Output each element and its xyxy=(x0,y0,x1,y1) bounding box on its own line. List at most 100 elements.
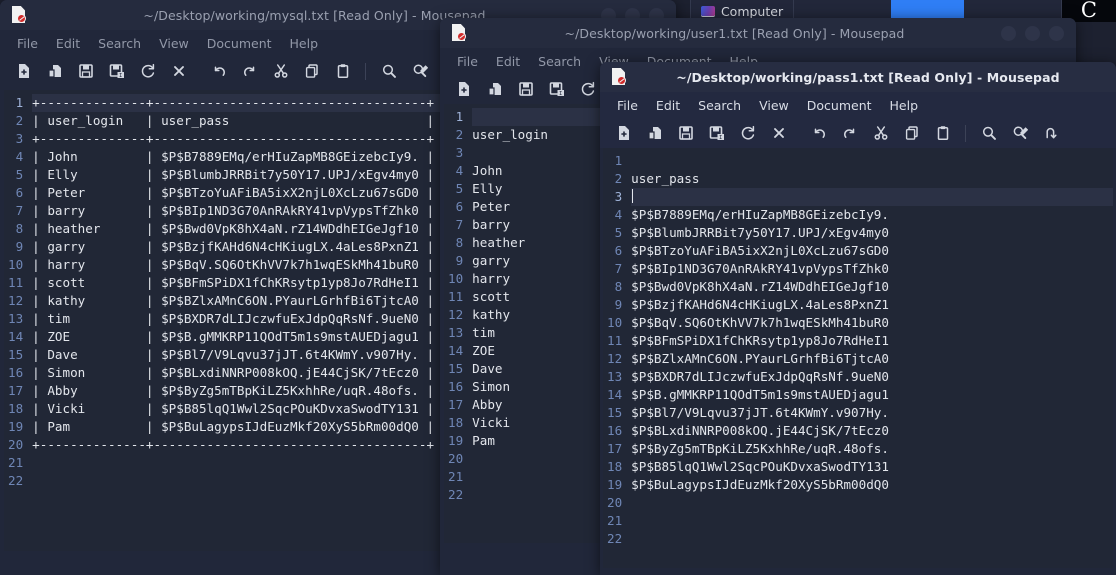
menu-item-file[interactable]: File xyxy=(448,52,487,71)
editor-user1[interactable]: 1 2 3 4 5 6 7 8 9 10 11 12 13 14 15 16 17 18 19 20 21 22 user… xyxy=(444,104,604,543)
toolbar-pass1[interactable]: I xyxy=(600,118,1116,148)
code-line[interactable]: | scott | $P$BFmSPiDX1fChKRsytp1yp8Jo7Rd… xyxy=(32,274,444,292)
code-area-mysql[interactable]: +--------------+------------------------… xyxy=(30,90,444,551)
code-line[interactable]: $P$Bl7/V9Lqvu37jJT.6t4KWmY.v907Hy. xyxy=(631,404,1113,422)
code-line[interactable]: $P$BLxdiNNRP008kOQ.jE44CjSK/7tEcz0 xyxy=(631,422,1113,440)
save-as-icon[interactable]: I xyxy=(701,120,732,146)
code-line[interactable] xyxy=(631,152,1113,170)
code-line[interactable]: | Dave | $P$Bl7/V9Lqvu37jJT.6t4KWmY.v907… xyxy=(32,346,444,364)
menu-item-view[interactable]: View xyxy=(150,34,198,53)
code-line[interactable]: | ZOE | $P$B.gMMKRP11QOdT5m1s9mstAUEDjag… xyxy=(32,328,444,346)
code-line[interactable]: +--------------+------------------------… xyxy=(32,94,444,112)
find-icon[interactable] xyxy=(373,58,404,84)
save-icon[interactable] xyxy=(510,76,541,102)
code-line[interactable]: $P$B.gMMKRP11QOdT5m1s9mstAUEDjagu1 xyxy=(631,386,1113,404)
open-file-icon[interactable] xyxy=(39,58,70,84)
code-line[interactable]: | user_login | user_pass | xyxy=(32,112,444,130)
code-line[interactable]: Simon xyxy=(472,378,604,396)
code-line[interactable]: Peter xyxy=(472,198,604,216)
code-line[interactable]: user_pass xyxy=(631,170,1113,188)
find-replace-icon[interactable] xyxy=(1004,120,1035,146)
undo-icon[interactable] xyxy=(203,58,234,84)
undo-icon[interactable] xyxy=(803,120,834,146)
code-line[interactable]: kathy xyxy=(472,306,604,324)
code-line[interactable]: $P$B85lqQ1Wwl2SqcPOuKDvxaSwodTY131 xyxy=(631,458,1113,476)
code-line[interactable]: $P$BuLagypsIJdEuzMkf20XyS5bRm00dQ0 xyxy=(631,476,1113,494)
menu-item-help[interactable]: Help xyxy=(881,96,928,115)
code-line[interactable]: barry xyxy=(472,216,604,234)
code-line[interactable] xyxy=(631,530,1113,548)
cut-icon[interactable] xyxy=(265,58,296,84)
code-line[interactable]: Abby xyxy=(472,396,604,414)
code-line[interactable]: | Elly | $P$BlumbJRRBit7y50Y17.UPJ/xEgv4… xyxy=(32,166,444,184)
code-line[interactable]: Vicki xyxy=(472,414,604,432)
code-line[interactable] xyxy=(472,450,604,468)
menu-item-edit[interactable]: Edit xyxy=(487,52,529,71)
code-line[interactable]: | heather | $P$Bwd0VpK8hX4aN.rZ14WDdhEIG… xyxy=(32,220,444,238)
code-line[interactable]: | Pam | $P$BuLagypsIJdEuzMkf20XyS5bRm00d… xyxy=(32,418,444,436)
paste-icon[interactable] xyxy=(327,58,358,84)
code-line[interactable]: | John | $P$B7889EMq/erHIuZapMB8GEizebcI… xyxy=(32,148,444,166)
code-line[interactable]: $P$ByZg5mTBpKiLZ5KxhhRe/uqR.48ofs. xyxy=(631,440,1113,458)
close-icon[interactable] xyxy=(163,58,194,84)
code-line[interactable]: $P$BqV.SQ6OtKhVV7k7h1wqESkMh41buR0 xyxy=(631,314,1113,332)
reload-icon[interactable] xyxy=(572,76,603,102)
code-line[interactable]: $P$BXDR7dLIJczwfuExJdpQqRsNf.9ueN0 xyxy=(631,368,1113,386)
code-line[interactable] xyxy=(631,512,1113,530)
code-line[interactable]: heather xyxy=(472,234,604,252)
code-line[interactable]: scott xyxy=(472,288,604,306)
menu-item-file[interactable]: File xyxy=(608,96,647,115)
new-file-icon[interactable] xyxy=(8,58,39,84)
copy-icon[interactable] xyxy=(896,120,927,146)
redo-icon[interactable] xyxy=(234,58,265,84)
code-line[interactable]: tim xyxy=(472,324,604,342)
code-line[interactable]: $P$BlumbJRRBit7y50Y17.UPJ/xEgv4my0 xyxy=(631,224,1113,242)
code-area-pass1[interactable]: user_pass $P$B7889EMq/erHIuZapMB8GEizebcI… xyxy=(629,148,1113,568)
close-button[interactable] xyxy=(1049,25,1064,41)
menu-item-document[interactable]: Document xyxy=(198,34,281,53)
menu-item-search[interactable]: Search xyxy=(689,96,750,115)
code-line[interactable]: $P$Bwd0VpK8hX4aN.rZ14WDdhEIGeJgf10 xyxy=(631,278,1113,296)
code-line[interactable]: | garry | $P$BzjfKAHd6N4cHKiugLX.4aLes8P… xyxy=(32,238,444,256)
menu-item-document[interactable]: Document xyxy=(798,96,881,115)
minimize-button[interactable] xyxy=(1001,25,1016,41)
menu-item-search[interactable]: Search xyxy=(529,52,590,71)
code-line[interactable]: | Vicki | $P$B85lqQ1Wwl2SqcPOuKDvxaSwodT… xyxy=(32,400,444,418)
code-line[interactable]: | barry | $P$BIp1ND3G70AnRAkRY41vpVypsTf… xyxy=(32,202,444,220)
menu-item-help[interactable]: Help xyxy=(281,34,328,53)
window-pass1[interactable]: ~/Desktop/working/pass1.txt [Read Only] … xyxy=(600,62,1116,575)
code-line[interactable]: | tim | $P$BXDR7dLIJczwfuExJdpQqRsNf.9ue… xyxy=(32,310,444,328)
window-controls-user1[interactable] xyxy=(1001,25,1068,41)
code-line[interactable]: garry xyxy=(472,252,604,270)
code-line[interactable]: $P$BIp1ND3G70AnRAkRY41vpVypsTfZhk0 xyxy=(631,260,1113,278)
copy-icon[interactable] xyxy=(296,58,327,84)
code-line[interactable] xyxy=(32,472,444,490)
menubar-pass1[interactable]: File Edit Search View Document Help xyxy=(600,92,1116,118)
menu-item-file[interactable]: File xyxy=(8,34,47,53)
code-line[interactable]: | harry | $P$BqV.SQ6OtKhVV7k7h1wqESkMh41… xyxy=(32,256,444,274)
code-line[interactable]: $P$B7889EMq/erHIuZapMB8GEizebcIy9. xyxy=(631,206,1113,224)
code-line[interactable]: $P$BZlxAMnC6ON.PYaurLGrhfBi6TjtcA0 xyxy=(631,350,1113,368)
code-line[interactable]: Pam xyxy=(472,432,604,450)
code-line[interactable]: $P$BzjfKAHd6N4cHKiugLX.4aLes8PxnZ1 xyxy=(631,296,1113,314)
save-as-icon[interactable]: I xyxy=(541,76,572,102)
code-line[interactable] xyxy=(472,468,604,486)
find-replace-icon[interactable] xyxy=(404,58,435,84)
code-line[interactable]: $P$BTzoYuAFiBA5ixX2njL0XcLzu67sGD0 xyxy=(631,242,1113,260)
code-line[interactable]: Dave xyxy=(472,360,604,378)
code-line[interactable]: user_login xyxy=(472,126,604,144)
code-line[interactable]: $P$BFmSPiDX1fChKRsytp1yp8Jo7RdHeI1 xyxy=(631,332,1113,350)
menu-item-edit[interactable]: Edit xyxy=(47,34,89,53)
cut-icon[interactable] xyxy=(865,120,896,146)
new-file-icon[interactable] xyxy=(608,120,639,146)
reload-icon[interactable] xyxy=(732,120,763,146)
open-file-icon[interactable] xyxy=(479,76,510,102)
find-icon[interactable] xyxy=(973,120,1004,146)
maximize-button[interactable] xyxy=(1025,25,1040,41)
save-as-icon[interactable]: I xyxy=(101,58,132,84)
code-line[interactable]: +--------------+------------------------… xyxy=(32,436,444,454)
code-area-user1[interactable]: user_login John Elly Peter barry heather garry… xyxy=(470,104,604,543)
titlebar-user1[interactable]: ~/Desktop/working/user1.txt [Read Only] … xyxy=(440,18,1076,48)
code-line[interactable] xyxy=(32,454,444,472)
goto-line-icon[interactable] xyxy=(1035,120,1066,146)
